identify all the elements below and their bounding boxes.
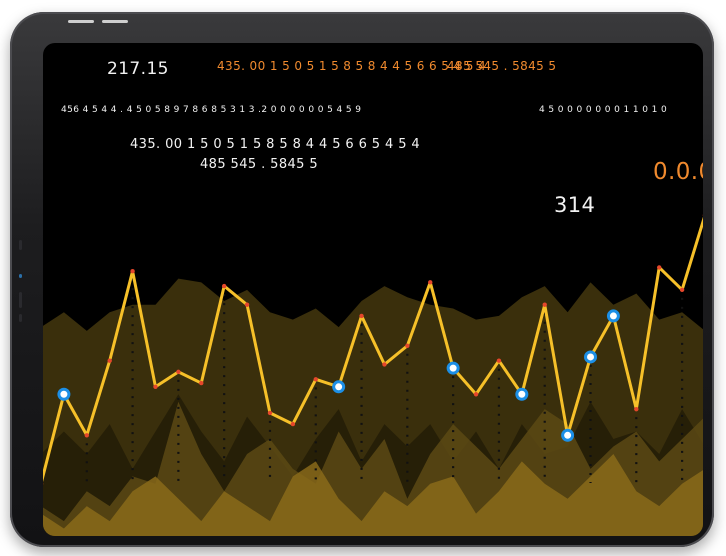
side-sensor-2 xyxy=(19,314,22,322)
highlight-marker[interactable] xyxy=(332,380,346,394)
corner-value: 0.0.0 xyxy=(653,159,703,185)
highlight-marker[interactable] xyxy=(446,361,460,375)
data-point xyxy=(313,377,318,382)
volume-button-up xyxy=(68,20,94,23)
peak-value-label: 314 xyxy=(554,193,596,217)
data-point xyxy=(244,302,250,307)
data-point xyxy=(359,313,364,319)
screen: 217.15 435. 00 1 5 0 5 1 5 8 5 8 4 4 5 6… xyxy=(43,43,703,536)
orange-readout-1: 435. 00 1 5 0 5 1 5 8 5 8 4 4 5 6 6 5 4 … xyxy=(217,59,487,73)
side-sensor xyxy=(19,240,22,250)
data-point xyxy=(176,369,181,375)
data-point xyxy=(290,421,296,427)
data-point xyxy=(199,380,204,386)
mid-readout-2: 485 545 . 5845 5 xyxy=(200,157,319,172)
data-point xyxy=(542,302,547,307)
data-point xyxy=(428,280,433,285)
data-point xyxy=(153,384,158,389)
data-point xyxy=(634,406,639,412)
main-value: 217.15 xyxy=(107,59,169,79)
data-point xyxy=(130,268,135,274)
data-point xyxy=(107,358,112,363)
mid-readout-1: 435. 00 1 5 0 5 1 5 8 5 8 4 4 5 6 6 5 4 … xyxy=(130,137,421,152)
data-point xyxy=(382,362,387,367)
line-chart xyxy=(43,214,703,536)
highlight-marker[interactable] xyxy=(57,387,71,401)
side-connector xyxy=(19,292,22,308)
data-stream-left: 456 4 5 4 4 . 4 5 0 5 8 9 7 8 6 8 5 3 1 … xyxy=(61,105,362,115)
camera-dot xyxy=(19,274,22,278)
data-stream-right: 4 5 0 0 0 0 0 0 0 1 1 0 1 0 xyxy=(539,105,668,115)
data-point xyxy=(267,410,273,416)
highlight-marker[interactable] xyxy=(584,350,598,364)
data-point xyxy=(496,358,502,363)
volume-button-down xyxy=(102,20,128,23)
data-point xyxy=(657,265,662,270)
highlight-marker[interactable] xyxy=(515,387,529,401)
data-point xyxy=(473,392,479,397)
data-point xyxy=(221,283,227,289)
orange-readout-2: 485 545 . 5845 5 xyxy=(447,59,557,73)
data-point xyxy=(679,287,685,293)
tablet-frame: 217.15 435. 00 1 5 0 5 1 5 8 5 8 4 4 5 6… xyxy=(10,12,714,547)
data-point xyxy=(405,343,410,348)
highlight-marker[interactable] xyxy=(606,309,620,323)
data-point xyxy=(84,433,89,438)
highlight-marker[interactable] xyxy=(561,428,575,442)
